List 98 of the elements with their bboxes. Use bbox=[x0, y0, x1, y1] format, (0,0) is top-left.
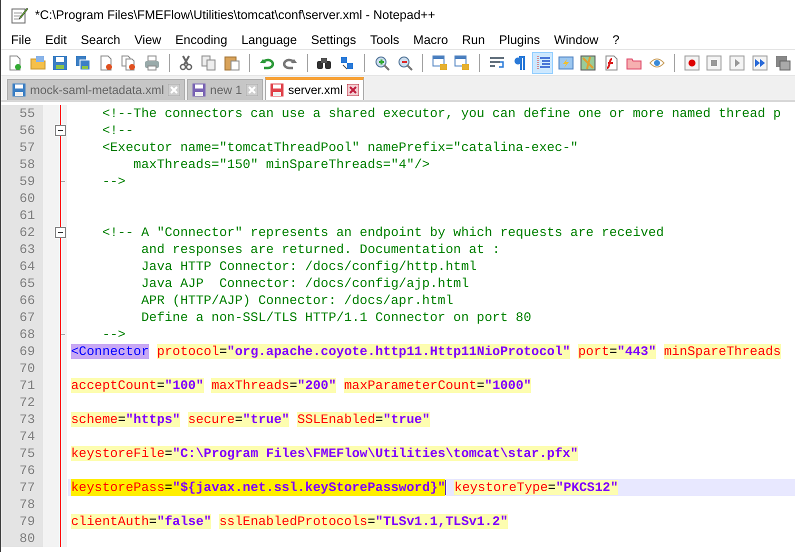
xml-attribute: keystoreType="PKCS12" bbox=[454, 480, 618, 495]
menu-item[interactable]: ? bbox=[605, 32, 626, 46]
pilcrow-icon bbox=[512, 54, 528, 70]
line-number: 68 bbox=[1, 326, 43, 343]
copy-icon bbox=[201, 54, 218, 70]
xml-attribute: protocol="org.apache.coyote.http11.Http11NioProtocol" bbox=[156, 344, 570, 359]
line-number: 69 bbox=[1, 343, 43, 360]
line-number: 78 bbox=[1, 496, 43, 513]
menu-item[interactable]: Edit bbox=[38, 32, 74, 46]
line-number: 72 bbox=[1, 394, 43, 411]
toolbar-button[interactable] bbox=[532, 52, 554, 74]
save-icon bbox=[52, 54, 68, 70]
code-comment: <Executor name="tomcatThreadPool" namePrefix="catalina-exec-" bbox=[101, 140, 578, 155]
xml-attribute: SSLEnabled="true" bbox=[297, 412, 430, 427]
line-number: 62 bbox=[1, 224, 43, 241]
code-comment: --> bbox=[101, 327, 126, 342]
code-comment: <!-- bbox=[101, 123, 134, 138]
line-number: 59 bbox=[1, 173, 43, 190]
menu-item[interactable]: Encoding bbox=[168, 32, 234, 46]
record-icon bbox=[684, 54, 700, 70]
word-wrap-icon bbox=[489, 54, 506, 70]
menu-item[interactable]: Search bbox=[74, 32, 128, 46]
printer-icon bbox=[144, 54, 160, 70]
code-comment: Define a non-SSL/TLS HTTP/1.1 Connector on port 80 bbox=[140, 310, 532, 325]
fold-toggle-icon[interactable] bbox=[55, 125, 66, 136]
save-all-icon bbox=[75, 54, 92, 70]
paste-icon bbox=[224, 54, 240, 70]
line-number: 80 bbox=[1, 530, 43, 547]
open-folder-icon bbox=[30, 54, 46, 70]
line-number: 57 bbox=[1, 139, 43, 156]
line-number: 73 bbox=[1, 411, 43, 428]
menu-item[interactable]: Settings bbox=[304, 32, 364, 46]
menu-item[interactable]: Language bbox=[234, 32, 304, 46]
line-number: 75 bbox=[1, 445, 43, 462]
line-number: 67 bbox=[1, 309, 43, 326]
code-comment: maxThreads="150" minSpareThreads="4"/> bbox=[132, 157, 430, 172]
line-number: 55 bbox=[1, 105, 43, 122]
menu-item[interactable]: Macro bbox=[406, 32, 456, 46]
code-comment: APR (HTTP/AJP) Connector: /docs/apr.html bbox=[140, 293, 454, 308]
xml-attribute: maxThreads="200" bbox=[211, 378, 336, 393]
xml-attribute: clientAuth="false" bbox=[71, 514, 212, 529]
map-icon bbox=[580, 54, 596, 70]
line-number: 70 bbox=[1, 360, 43, 377]
xml-attribute: keystorePass="${javax.net.ssl.keyStorePassword}" bbox=[71, 479, 446, 496]
line-number: 71 bbox=[1, 377, 43, 394]
xml-tag: <Connector bbox=[71, 344, 150, 359]
xml-attribute: scheme="https" bbox=[71, 412, 180, 427]
new-file-icon bbox=[6, 54, 23, 70]
zoom-in-icon bbox=[374, 54, 390, 70]
xml-attribute: maxParameterCount="1000" bbox=[344, 378, 532, 393]
menu-item[interactable]: File bbox=[4, 32, 38, 46]
menu-item[interactable]: View bbox=[127, 32, 168, 46]
line-number: 77 bbox=[1, 479, 43, 496]
xml-attribute: secure="true" bbox=[188, 412, 290, 427]
line-number: 64 bbox=[1, 258, 43, 275]
code-comment: <!--The connectors can use a shared executor, you can define one or more named thread p bbox=[101, 106, 781, 121]
lightning-window-icon bbox=[558, 54, 574, 70]
fold-toggle-icon[interactable] bbox=[55, 227, 66, 238]
scissors-icon bbox=[178, 54, 194, 70]
xml-attribute: sslEnabledProtocols="TLSv1.1,TLSv1.2" bbox=[219, 514, 508, 529]
fast-forward-icon bbox=[752, 54, 768, 70]
close-file-icon bbox=[98, 54, 114, 70]
notepad-icon bbox=[11, 6, 29, 24]
line-number: 76 bbox=[1, 462, 43, 479]
code-comment: Java HTTP Connector: /docs/config/http.html bbox=[140, 259, 477, 274]
fold-end-mark bbox=[60, 181, 65, 182]
line-number: 79 bbox=[1, 513, 43, 530]
menu-item[interactable]: Window bbox=[546, 32, 606, 46]
line-number: 60 bbox=[1, 190, 43, 207]
close-icon[interactable] bbox=[346, 84, 359, 96]
line-number: 56 bbox=[1, 122, 43, 139]
line-number: 65 bbox=[1, 275, 43, 292]
line-number: 66 bbox=[1, 292, 43, 309]
xml-attribute: port="443" bbox=[578, 344, 656, 359]
line-number: 74 bbox=[1, 428, 43, 445]
code-comment: --> bbox=[101, 174, 126, 189]
file-tab[interactable]: server.xml bbox=[265, 77, 364, 100]
close-all-icon bbox=[120, 54, 137, 70]
menu-item[interactable]: Tools bbox=[363, 32, 406, 46]
line-number: 58 bbox=[1, 156, 43, 173]
line-number: 63 bbox=[1, 241, 43, 258]
play-icon bbox=[729, 54, 746, 70]
xml-attribute: acceptCount="100" bbox=[71, 378, 204, 393]
window-title: *C:\Program Files\FMEFlow\Utilities\tomcat\conf\server.xml - Notepad++ bbox=[35, 8, 436, 22]
code-comment: <!-- A "Connector" represents an endpoint by which requests are received bbox=[101, 225, 664, 240]
menu-item[interactable]: Run bbox=[455, 32, 492, 46]
line-number: 61 bbox=[1, 207, 43, 224]
code-comment: Java AJP Connector: /docs/config/ajp.html bbox=[140, 276, 469, 291]
xml-attribute: keystoreFile="C:\Program Files\FMEFlow\Utilities\tomcat\star.pfx" bbox=[71, 446, 578, 461]
xml-attribute: minSpareThreads bbox=[664, 344, 781, 359]
indent-guide-icon bbox=[534, 54, 551, 70]
code-comment: and responses are returned. Documentation at : bbox=[140, 242, 500, 257]
menu-item[interactable]: Plugins bbox=[492, 32, 547, 46]
fold-end-mark bbox=[60, 334, 65, 335]
function-list-icon bbox=[603, 54, 620, 70]
stop-icon bbox=[706, 54, 722, 70]
zoom-out-icon bbox=[396, 54, 413, 70]
text-cursor bbox=[445, 480, 446, 495]
